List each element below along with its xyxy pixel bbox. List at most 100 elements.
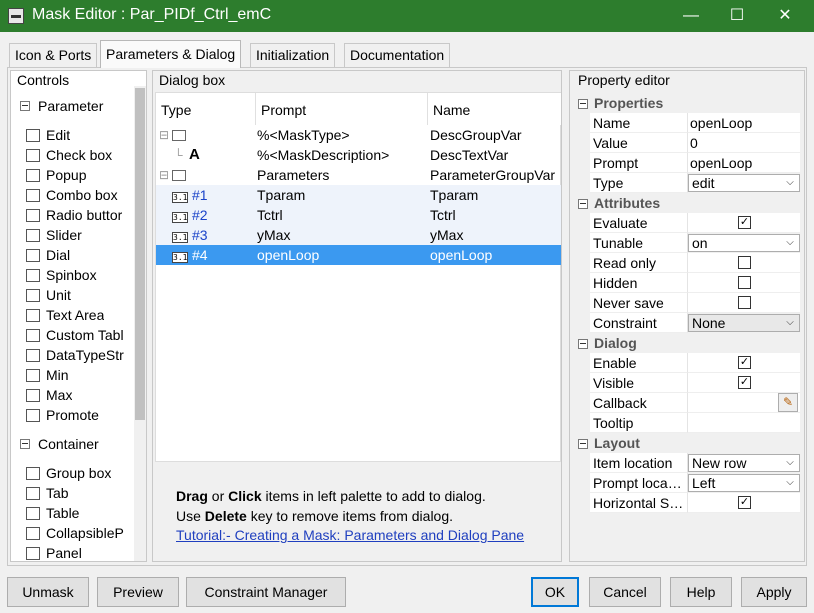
prompt-location-dropdown[interactable]: Left ⌵ [688,474,800,492]
type-dropdown[interactable]: edit ⌵ [688,174,800,192]
prop-label: Prompt [590,153,688,173]
table-row[interactable]: ⊟ Parameters ParameterGroupVar [156,165,561,185]
apply-button[interactable]: Apply [741,577,807,607]
evaluate-checkbox[interactable]: ✓ [738,216,751,229]
tab-documentation[interactable]: Documentation [344,43,451,67]
palette-item-label: Min [46,367,69,383]
table-row[interactable]: 3.1 #3 yMax yMax [156,225,561,245]
tree-expander-icon[interactable]: ⊟ [159,125,169,145]
textarea-icon [26,309,40,322]
row-type: #3 [192,227,208,243]
palette-item[interactable]: Spinbox [26,265,97,285]
pencil-icon[interactable]: ✎ [778,393,798,412]
palette-item[interactable]: Group box [26,463,111,483]
dialog-section[interactable]: Dialog [572,333,802,353]
palette-item-label: Slider [46,227,82,243]
container-section[interactable]: Container [20,434,99,454]
tutorial-link[interactable]: Tutorial:- Creating a Mask: Parameters a… [176,527,524,543]
collapse-icon [578,439,588,449]
minimize-button[interactable]: — [668,0,714,32]
hidden-checkbox[interactable] [738,276,751,289]
item-location-dropdown[interactable]: New row ⌵ [688,454,800,472]
value-field[interactable]: 0 [688,133,800,153]
window-title: Mask Editor : Par_PIDf_Ctrl_emC [32,6,272,23]
constraint-dropdown[interactable]: None ⌵ [688,314,800,332]
table-row-selected[interactable]: 3.1 #4 openLoop openLoop [156,245,561,265]
palette-item[interactable]: Text Area [26,305,104,325]
help-button[interactable]: Help [670,577,732,607]
column-header-name[interactable]: Name [428,93,561,125]
tooltip-field[interactable] [688,413,800,433]
palette-item[interactable]: Panel [26,543,82,563]
palette-item-label: Promote [46,407,99,423]
preview-button[interactable]: Preview [97,577,179,607]
close-button[interactable]: ✕ [762,0,808,32]
constraint-manager-button[interactable]: Constraint Manager [186,577,346,607]
palette-item[interactable]: Combo box [26,185,118,205]
groupbox-icon [26,467,40,480]
tab-icon-ports[interactable]: Icon & Ports [9,43,98,67]
row-prompt: Tctrl [257,207,283,223]
unmask-button[interactable]: Unmask [7,577,89,607]
prop-promptloc-row: Prompt loca… Left ⌵ [572,473,802,493]
palette-item[interactable]: CollapsibleP [26,523,124,543]
property-editor-title: Property editor [578,72,670,88]
parameter-section[interactable]: Parameter [20,96,103,116]
table-row[interactable]: 3.1 #2 Tctrl Tctrl [156,205,561,225]
palette-item[interactable]: Check box [26,145,112,165]
popup-icon [26,169,40,182]
tunable-dropdown[interactable]: on ⌵ [688,234,800,252]
edit-type-icon: 3.1 [172,252,188,263]
column-header-prompt[interactable]: Prompt [256,93,428,125]
dialog-tree-table[interactable]: Type Prompt Name ⊟ %<MaskType> DescGroup… [155,92,561,462]
prop-label: Constraint [590,313,688,333]
tab-parameters-dialog[interactable]: Parameters & Dialog [100,40,242,68]
table-row[interactable]: ⊟ %<MaskType> DescGroupVar [156,125,561,145]
enable-checkbox[interactable]: ✓ [738,356,751,369]
horizontal-stretch-checkbox[interactable]: ✓ [738,496,751,509]
tree-line: └ [174,148,183,162]
prompt-field[interactable]: openLoop [688,153,800,173]
min-icon [26,369,40,382]
prop-label: Callback [590,393,688,413]
ok-button[interactable]: OK [531,577,579,607]
palette-item[interactable]: Tab [26,483,69,503]
dialog-box-title: Dialog box [159,72,226,88]
edit-type-icon: 3.1 [172,232,188,243]
prop-tooltip-row: Tooltip [572,413,802,433]
table-row[interactable]: └ A %<MaskDescription> DescTextVar [156,145,561,165]
table-row[interactable]: 3.1 #1 Tparam Tparam [156,185,561,205]
palette-item[interactable]: Min [26,365,69,385]
palette-item[interactable]: DataTypeStr [26,345,124,365]
palette-item[interactable]: Max [26,385,72,405]
palette-item[interactable]: Popup [26,165,86,185]
column-header-type[interactable]: Type [156,93,256,125]
visible-checkbox[interactable]: ✓ [738,376,751,389]
palette-item[interactable]: Unit [26,285,71,305]
palette-item[interactable]: Promote [26,405,99,425]
edit-icon [26,129,40,142]
palette-item[interactable]: Slider [26,225,82,245]
palette-item[interactable]: Dial [26,245,70,265]
layout-section[interactable]: Layout [572,433,802,453]
cancel-button[interactable]: Cancel [589,577,661,607]
prop-label: Never save [590,293,688,313]
prop-hstretch-row: Horizontal S… ✓ [572,493,802,513]
row-name: openLoop [430,247,493,263]
palette-scroll-thumb[interactable] [135,88,145,420]
properties-section[interactable]: Properties [572,93,802,113]
help-use: Use [176,508,205,524]
attributes-section[interactable]: Attributes [572,193,802,213]
palette-item[interactable]: Custom Tabl [26,325,124,345]
name-field[interactable]: openLoop [688,113,800,133]
palette-item[interactable]: Table [26,503,79,523]
prop-label: Evaluate [590,213,688,233]
neversave-checkbox[interactable] [738,296,751,309]
maximize-button[interactable]: ☐ [714,0,760,32]
tab-initialization[interactable]: Initialization [250,43,336,67]
palette-item[interactable]: Radio buttor [26,205,122,225]
collapse-icon [578,199,588,209]
tree-expander-icon[interactable]: ⊟ [159,165,169,185]
readonly-checkbox[interactable] [738,256,751,269]
palette-item[interactable]: Edit [26,125,70,145]
